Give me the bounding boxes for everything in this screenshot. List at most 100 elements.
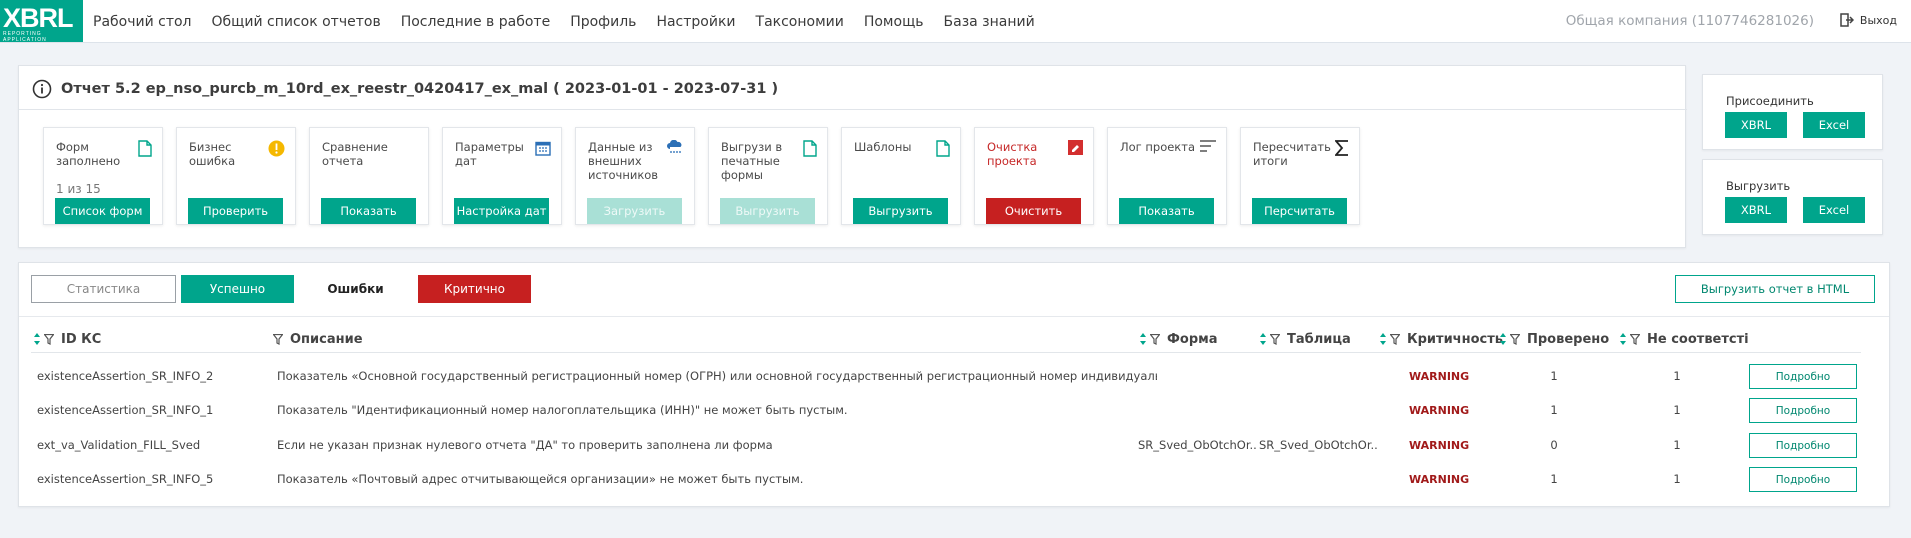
filter-icon[interactable]: [1150, 333, 1160, 345]
row-description: Показатель «Основной государственный рег…: [277, 369, 1157, 383]
tile-clear-project: Очистка проекта Очистить: [974, 127, 1094, 225]
filter-icon[interactable]: [1510, 333, 1520, 345]
tab-critical[interactable]: Критично: [418, 275, 531, 303]
export-card: Выгрузить XBRL Excel: [1702, 159, 1883, 235]
export-excel-button[interactable]: Excel: [1803, 197, 1865, 223]
sort-icon[interactable]: [1619, 333, 1627, 345]
column-header-criticality[interactable]: Критичность: [1379, 327, 1503, 351]
tile-external-data: Данные из внешних источников Загрузить: [575, 127, 695, 225]
sort-icon[interactable]: [1259, 333, 1267, 345]
tab-errors[interactable]: Ошибки: [299, 275, 412, 303]
logo-text: XBRL: [3, 3, 73, 33]
tile-forms-filled: Форм заполнено 1 из 15 Список форм: [43, 127, 163, 225]
check-button[interactable]: Проверить: [188, 198, 283, 224]
recalculate-button[interactable]: Персчитать: [1252, 198, 1347, 224]
row-description: Показатель «Почтовый адрес отчитывающейс…: [277, 472, 804, 486]
column-header-desc[interactable]: Описание: [273, 327, 363, 351]
tile-label: Данные из внешних источников: [588, 140, 659, 182]
attach-excel-button[interactable]: Excel: [1803, 112, 1865, 138]
column-header-mismatch[interactable]: Не соответсті: [1619, 327, 1753, 351]
nav-recent[interactable]: Последние в работе: [401, 14, 550, 30]
nav-settings[interactable]: Настройки: [656, 14, 735, 30]
tab-statistics[interactable]: Статистика: [31, 275, 176, 303]
divider: [31, 352, 1861, 353]
export-xbrl-button[interactable]: XBRL: [1725, 197, 1787, 223]
export-print-button[interactable]: Выгрузить: [720, 198, 815, 224]
column-label: Проверено: [1527, 331, 1610, 347]
details-button[interactable]: Подробно: [1749, 433, 1857, 458]
report-card: Отчет 5.2 ep_nso_purcb_m_10rd_ex_reestr_…: [18, 65, 1687, 248]
column-header-checked[interactable]: Проверено: [1499, 327, 1609, 351]
forms-count: 1 из 15: [56, 182, 101, 196]
form-list-button[interactable]: Список форм: [55, 198, 150, 224]
logout-label: Выход: [1859, 13, 1897, 27]
table-row: ext_va_Validation_FILL_Sved Если не указ…: [19, 428, 1857, 462]
divider: [19, 109, 1687, 110]
tile-compare-report: Сравнение отчета Показать: [309, 127, 429, 225]
tile-label: Пересчитать итоги: [1253, 140, 1331, 168]
filter-icon[interactable]: [1270, 333, 1280, 345]
info-icon: [32, 79, 52, 99]
column-header-id[interactable]: ID КС: [33, 327, 101, 351]
sort-icon[interactable]: [1499, 333, 1507, 345]
warning-icon: [268, 140, 285, 157]
show-log-button[interactable]: Показать: [1119, 198, 1214, 224]
nav-taxonomies[interactable]: Таксономии: [756, 14, 844, 30]
sort-icon[interactable]: [1379, 333, 1387, 345]
tile-recalculate: Пересчитать итоги Персчитать: [1240, 127, 1360, 225]
cloud-icon: [667, 140, 682, 153]
filter-icon[interactable]: [44, 333, 54, 345]
tile-label: Параметры дат: [455, 140, 524, 168]
export-templates-button[interactable]: Выгрузить: [853, 198, 948, 224]
logout-button[interactable]: Выход: [1840, 13, 1897, 27]
date-settings-button[interactable]: Настройка дат: [454, 198, 549, 224]
export-html-button[interactable]: Выгрузить отчет в HTML: [1675, 275, 1875, 303]
row-form: [1138, 393, 1256, 427]
nav-help[interactable]: Помощь: [864, 14, 924, 30]
column-header-form[interactable]: Форма: [1139, 327, 1218, 351]
tile-label: Очистка проекта: [987, 140, 1038, 168]
top-bar: XBRL REPORTING APPLICATION Рабочий стол …: [0, 0, 1911, 43]
eraser-icon: [1068, 140, 1083, 155]
clear-project-button[interactable]: Очистить: [986, 198, 1081, 224]
row-checked: 1: [1550, 403, 1558, 417]
main-nav: Рабочий стол Общий список отчетов Послед…: [93, 0, 1055, 43]
row-description: Если не указан признак нулевого отчета "…: [277, 438, 773, 452]
tile-label: Бизнес ошибка: [189, 140, 236, 168]
sort-icon[interactable]: [33, 333, 41, 345]
results-card: Статистика Успешно Ошибки Критично Выгру…: [18, 262, 1890, 507]
attach-xbrl-button[interactable]: XBRL: [1725, 112, 1787, 138]
row-table: [1259, 393, 1377, 427]
row-form: [1138, 359, 1256, 393]
document-icon: [803, 140, 817, 157]
nav-knowledge-base[interactable]: База знаний: [944, 14, 1035, 30]
nav-profile[interactable]: Профиль: [570, 14, 636, 30]
filter-icon[interactable]: [273, 333, 283, 345]
logout-icon: [1840, 13, 1854, 27]
filter-icon[interactable]: [1630, 333, 1640, 345]
load-external-button[interactable]: Загрузить: [587, 198, 682, 224]
tile-label: Выгрузи в печатные формы: [721, 140, 783, 182]
column-header-table[interactable]: Таблица: [1259, 327, 1351, 351]
tile-business-error: Бизнес ошибка Проверить: [176, 127, 296, 225]
document-icon: [936, 140, 950, 157]
nav-all-reports[interactable]: Общий список отчетов: [212, 14, 381, 30]
details-button[interactable]: Подробно: [1749, 364, 1857, 389]
document-icon: [138, 140, 152, 157]
column-label: Форма: [1167, 331, 1218, 347]
calendar-icon: [535, 141, 551, 156]
row-criticality: WARNING: [1409, 438, 1470, 452]
xbrl-logo[interactable]: XBRL REPORTING APPLICATION: [0, 0, 83, 43]
show-compare-button[interactable]: Показать: [321, 198, 416, 224]
tab-success[interactable]: Успешно: [181, 275, 294, 303]
details-button[interactable]: Подробно: [1749, 398, 1857, 423]
column-label: Описание: [290, 331, 363, 347]
details-button[interactable]: Подробно: [1749, 467, 1857, 492]
sort-icon[interactable]: [1139, 333, 1147, 345]
filter-icon[interactable]: [1390, 333, 1400, 345]
row-mismatch: 1: [1673, 438, 1681, 452]
table-row: existenceAssertion_SR_INFO_5 Показатель …: [19, 462, 1857, 496]
row-id: ext_va_Validation_FILL_Sved: [37, 438, 201, 452]
nav-dashboard[interactable]: Рабочий стол: [93, 14, 192, 30]
attach-card: Присоединить XBRL Excel: [1702, 74, 1883, 150]
